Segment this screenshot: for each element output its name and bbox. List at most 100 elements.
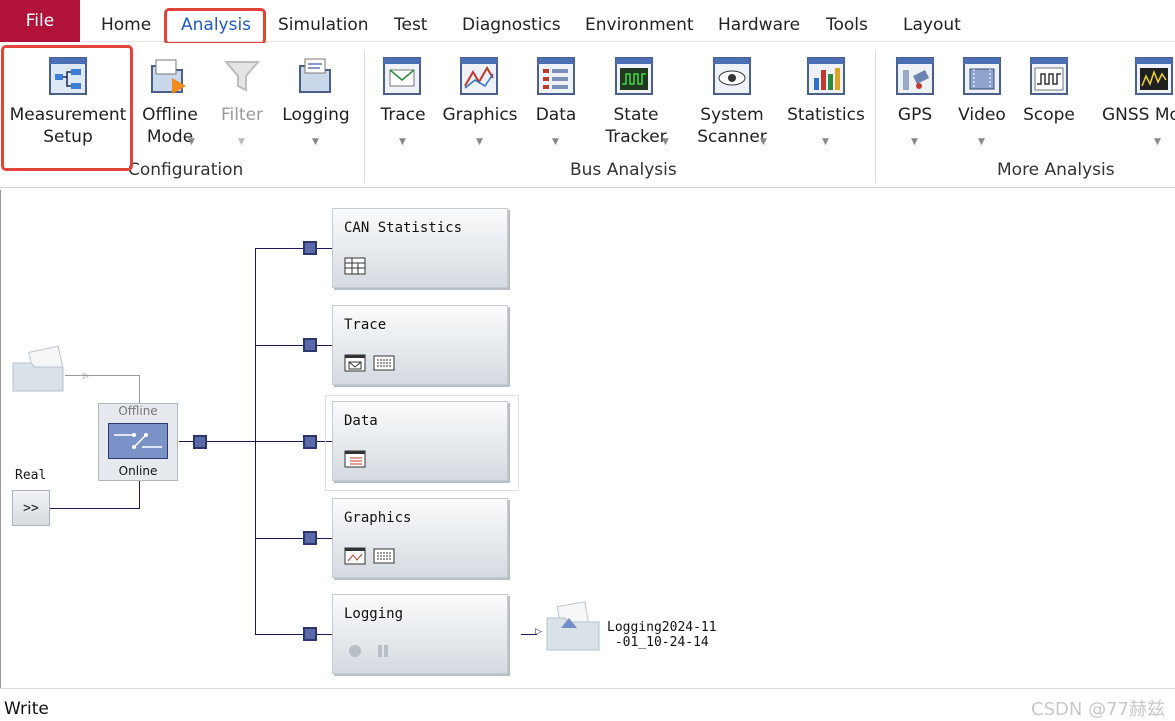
- trace-title: Trace: [344, 317, 387, 333]
- tab-layout[interactable]: Layout: [903, 0, 961, 42]
- state-tracker-button[interactable]: State Tracker ▼: [594, 43, 678, 153]
- switch-icon: [108, 423, 168, 459]
- data-window-icon: [344, 450, 366, 468]
- video-button[interactable]: Video ▼: [954, 43, 1010, 153]
- graphics-title: Graphics: [344, 510, 412, 526]
- connector-node[interactable]: [303, 241, 317, 255]
- measurement-setup-icon: [49, 57, 87, 95]
- logging-file-folder-icon[interactable]: [543, 600, 603, 652]
- connector-node[interactable]: [303, 338, 317, 352]
- logging-label: Logging: [282, 105, 350, 125]
- chevron-down-icon: ▼: [1154, 137, 1161, 147]
- statistics-label: Statistics: [787, 105, 865, 125]
- log-list-icon: [373, 548, 395, 564]
- real-source-button[interactable]: >>: [12, 490, 50, 526]
- tab-test[interactable]: Test: [394, 0, 427, 42]
- file-menu-tab[interactable]: File: [0, 0, 80, 42]
- offline-mode-icon: [151, 59, 186, 94]
- tab-diagnostics[interactable]: Diagnostics: [462, 0, 561, 42]
- chevron-down-icon: ▼: [911, 137, 918, 147]
- offline-mode-button[interactable]: Offline Mode ▼: [130, 43, 210, 153]
- offline-source-connector: [65, 375, 140, 376]
- chevron-down-icon: ▼: [399, 137, 406, 147]
- graphics-icon: [460, 57, 498, 95]
- connector-node[interactable]: [193, 435, 207, 449]
- statistics-icon: [807, 57, 845, 95]
- trace-window-icon: [344, 354, 366, 372]
- filter-icon: [223, 61, 261, 92]
- offline-online-switch[interactable]: Offline Online: [98, 403, 178, 481]
- chevron-down-icon: ▼: [552, 137, 559, 147]
- pause-icon[interactable]: [378, 645, 382, 657]
- tab-environment[interactable]: Environment: [585, 0, 694, 42]
- connector-node[interactable]: [303, 435, 317, 449]
- chevron-down-icon: ▼: [238, 137, 245, 147]
- data-button[interactable]: Data ▼: [528, 43, 584, 153]
- gnss-monitor-icon: [1135, 57, 1173, 95]
- logging-title: Logging: [344, 606, 404, 622]
- real-label: Real: [15, 468, 47, 483]
- offline-source-connector-vertical: [139, 375, 140, 403]
- record-icon[interactable]: [349, 645, 361, 657]
- scope-button[interactable]: Scope: [1020, 43, 1078, 153]
- online-label: Online: [118, 464, 158, 478]
- status-text: Write: [4, 699, 49, 719]
- gnss-monitor-button[interactable]: GNSS Mo ▼: [1098, 43, 1175, 153]
- logging-block[interactable]: Logging: [332, 594, 508, 674]
- chevron-down-icon: ▼: [822, 137, 829, 147]
- chevron-down-icon: ▼: [978, 137, 985, 147]
- tab-analysis[interactable]: Analysis: [181, 0, 251, 42]
- group-separator: [875, 51, 876, 183]
- gnss-monitor-label: GNSS Mo: [1102, 105, 1175, 125]
- video-icon: [963, 57, 1001, 95]
- gps-button[interactable]: GPS ▼: [890, 43, 940, 153]
- connector-logging: [255, 634, 333, 635]
- chevron-down-icon: ▼: [662, 137, 669, 147]
- tab-hardware[interactable]: Hardware: [718, 0, 800, 42]
- tab-simulation[interactable]: Simulation: [278, 0, 369, 42]
- chevron-down-icon: ▼: [476, 137, 483, 147]
- chevron-down-icon: ▼: [760, 137, 767, 147]
- chevron-down-icon: ▼: [188, 137, 195, 147]
- logging-button[interactable]: Logging ▼: [278, 43, 354, 153]
- connector-can-statistics: [255, 248, 333, 249]
- can-statistics-block[interactable]: CAN Statistics: [332, 208, 508, 288]
- trace-block[interactable]: Trace: [332, 305, 508, 385]
- connector-node[interactable]: [303, 627, 317, 641]
- trace-icon: [383, 57, 421, 95]
- scope-label: Scope: [1023, 105, 1075, 125]
- system-scanner-button[interactable]: System Scanner ▼: [688, 43, 776, 153]
- offline-source-folder-icon[interactable]: [11, 345, 67, 393]
- real-connector: [49, 508, 139, 509]
- offline-label: Offline: [118, 404, 158, 418]
- offline-mode-label: Offline Mode: [142, 105, 198, 147]
- menu-bar: File Home Analysis Simulation Test Diagn…: [0, 0, 1175, 42]
- filter-button: Filter ▼: [212, 43, 272, 153]
- arrow-right-icon: ▷: [535, 627, 542, 637]
- graphics-button[interactable]: Graphics ▼: [440, 43, 520, 153]
- logging-icon: [299, 58, 331, 93]
- filter-label: Filter: [220, 105, 264, 125]
- status-bar: Write CSDN @77赫兹: [0, 688, 1175, 720]
- pause-icon[interactable]: [384, 645, 388, 657]
- log-list-icon: [373, 355, 395, 371]
- data-icon: [537, 57, 575, 95]
- statistics-button[interactable]: Statistics ▼: [786, 43, 866, 153]
- gps-icon: [896, 57, 934, 95]
- data-block[interactable]: Data: [332, 401, 508, 481]
- group-separator: [364, 51, 365, 183]
- real-connector-vertical: [139, 481, 140, 509]
- trace-button[interactable]: Trace ▼: [374, 43, 432, 153]
- data-title: Data: [344, 413, 378, 429]
- measurement-setup-button[interactable]: Measurement Setup: [8, 43, 128, 153]
- arrow-right-icon: ▷: [83, 371, 90, 380]
- gps-label: GPS: [897, 105, 933, 125]
- measurement-setup-canvas[interactable]: ▷ Offline Online Real >> CAN Statistics …: [0, 190, 1175, 688]
- tab-home[interactable]: Home: [101, 0, 151, 42]
- connector-trace: [255, 345, 333, 346]
- tab-tools[interactable]: Tools: [826, 0, 868, 42]
- configuration-group-label: Configuration: [128, 160, 244, 180]
- graphics-block[interactable]: Graphics: [332, 498, 508, 578]
- connector-node[interactable]: [303, 531, 317, 545]
- ribbon: Measurement Setup Offline Mode ▼ Filter …: [0, 43, 1175, 188]
